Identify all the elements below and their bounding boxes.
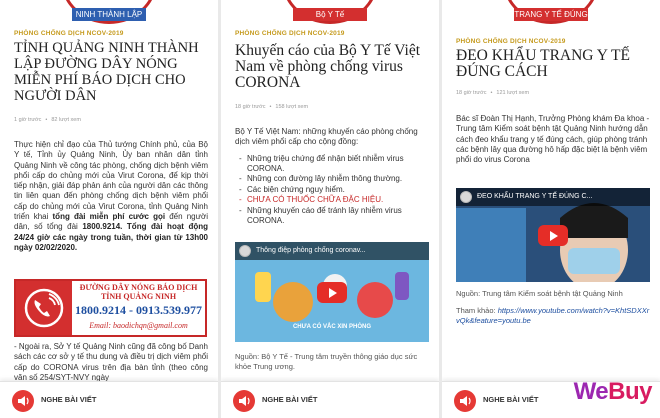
post-time: 18 giờ trước	[456, 90, 487, 96]
listen-article-label[interactable]: NGHE BÀI VIẾT	[262, 395, 317, 404]
listen-article-label[interactable]: NGHE BÀI VIẾT	[483, 395, 538, 404]
article-meta: 1 giờ trước • 82 lượt xem	[14, 117, 81, 123]
video-title: Thông điệp phòng chống coronav...	[256, 247, 366, 254]
webuy-logo: WeBuy	[573, 378, 653, 406]
reference-line: Tham khảo: https://www.youtube.com/watch…	[456, 306, 652, 326]
logo-we: We	[573, 378, 609, 405]
header-logo-banner: Bộ Y Tế	[221, 0, 439, 26]
post-time: 1 giờ trước	[14, 117, 42, 123]
list-item: Những khuyến cáo để tránh lây nhiễm viru…	[239, 206, 429, 225]
reference-label: Tham khảo:	[456, 306, 496, 315]
article-body-continued: - Ngoài ra, Sở Y tế Quảng Ninh cũng đã c…	[14, 342, 208, 382]
view-count: 121 lượt xem	[496, 90, 530, 96]
video-title-bar: ĐEO KHẨU TRANG Y TẾ ĐÚNG C...	[456, 188, 650, 206]
listen-article-bar[interactable]: NGHE BÀI VIẾT	[221, 381, 439, 418]
listen-article-bar[interactable]: NGHE BÀI VIẾT	[0, 381, 218, 418]
list-item: CHƯA CÓ THUỐC CHỮA ĐẶC HIỆU.	[239, 195, 429, 205]
list-item: Các biện chứng nguy hiểm.	[239, 185, 429, 195]
header-logo-banner: TRANG Y TẾ ĐÚNG	[442, 0, 660, 26]
view-count: 82 lượt xem	[51, 117, 81, 123]
source-caption: Nguồn: Trung tâm Kiểm soát bệnh tật Quản…	[456, 289, 623, 298]
body-text: Thực hiện chỉ đạo của Thủ tướng Chính ph…	[14, 140, 208, 222]
article-title: ĐEO KHẨU TRANG Y TẾ ĐÚNG CÁCH	[456, 47, 630, 80]
article-title: Khuyến cáo của Bộ Y Tế Việt Nam về phòng…	[235, 42, 421, 91]
article-meta: 18 giờ trước • 158 lượt xem	[235, 104, 309, 110]
logo-band: TRANG Y TẾ ĐÚNG	[514, 8, 588, 21]
speaker-icon[interactable]	[454, 390, 476, 412]
article-panel-face-mask: TRANG Y TẾ ĐÚNG PHÒNG CHỐNG DỊCH NCOV-20…	[442, 0, 660, 418]
video-embed[interactable]: ĐEO KHẨU TRANG Y TẾ ĐÚNG C...	[456, 188, 650, 282]
header-logo-banner: NINH THÀNH LẬP	[0, 0, 218, 26]
logo-buy: Buy	[608, 378, 652, 405]
hotline-numbers: 1800.9214 - 0913.539.977	[75, 303, 202, 317]
view-count: 158 lượt xem	[275, 104, 309, 110]
article-panel-recommendations: Bộ Y Tế PHÒNG CHỐNG DỊCH NCOV-2019 Khuyế…	[221, 0, 439, 418]
hotline-title: ĐƯỜNG DÂY NÓNG BÁO DỊCH TỈNH QUẢNG NINH	[79, 283, 198, 301]
article-body: Bác sĩ Đoàn Thị Hạnh, Trưởng Phòng khám …	[456, 114, 650, 165]
category-label[interactable]: PHÒNG CHỐNG DỊCH NCOV-2019	[235, 30, 345, 37]
body-bold-text: tổng đài miễn phí cước gọi	[52, 212, 166, 222]
category-label[interactable]: PHÒNG CHỐNG DỊCH NCOV-2019	[14, 30, 124, 37]
play-button-icon[interactable]	[538, 225, 568, 246]
article-meta: 18 giờ trước • 121 lượt xem	[456, 90, 530, 96]
phone-icon	[16, 281, 72, 335]
listen-article-label[interactable]: NGHE BÀI VIẾT	[41, 395, 96, 404]
source-caption: Nguồn: Bộ Y Tế - Trung tâm truyền thông …	[235, 352, 418, 371]
hotline-email: Email: baodichqn@gmail.com	[89, 321, 188, 330]
speaker-icon[interactable]	[233, 390, 255, 412]
bullet-list-box: Những triệu chứng để nhận biết nhiễm vir…	[239, 154, 429, 226]
channel-avatar	[239, 245, 251, 257]
article-panel-hotline: NINH THÀNH LẬP PHÒNG CHỐNG DỊCH NCOV-201…	[0, 0, 218, 418]
symptom-bullet-list: Những triệu chứng để nhận biết nhiễm vir…	[239, 154, 429, 225]
list-item: Những con đường lây nhiễm thông thường.	[239, 174, 429, 184]
video-embed[interactable]: Thông điệp phòng chống coronav... CHƯA C…	[235, 242, 429, 342]
article-intro: Bộ Y Tế Việt Nam: những khuyến cáo phòng…	[235, 127, 418, 147]
article-title: TỈNH QUẢNG NINH THÀNH LẬP ĐƯỜNG DÂY NÓNG…	[14, 40, 199, 104]
list-item: Những triệu chứng để nhận biết nhiễm vir…	[239, 154, 429, 173]
hotline-banner-image: ĐƯỜNG DÂY NÓNG BÁO DỊCH TỈNH QUẢNG NINH …	[14, 279, 207, 337]
logo-band: Bộ Y Tế	[293, 8, 367, 21]
video-title: ĐEO KHẨU TRANG Y TẾ ĐÚNG C...	[477, 193, 593, 200]
speaker-icon[interactable]	[12, 390, 34, 412]
channel-avatar	[460, 191, 472, 203]
post-time: 18 giờ trước	[235, 104, 266, 110]
article-body: Thực hiện chỉ đạo của Thủ tướng Chính ph…	[14, 140, 208, 253]
play-button-icon[interactable]	[317, 282, 347, 303]
logo-band: NINH THÀNH LẬP	[72, 8, 146, 21]
video-overlay-caption: CHƯA CÓ VẮC XIN PHÒNG	[292, 324, 372, 330]
category-label[interactable]: PHÒNG CHỐNG DỊCH NCOV-2019	[456, 38, 566, 45]
video-title-bar: Thông điệp phòng chống coronav...	[235, 242, 429, 260]
